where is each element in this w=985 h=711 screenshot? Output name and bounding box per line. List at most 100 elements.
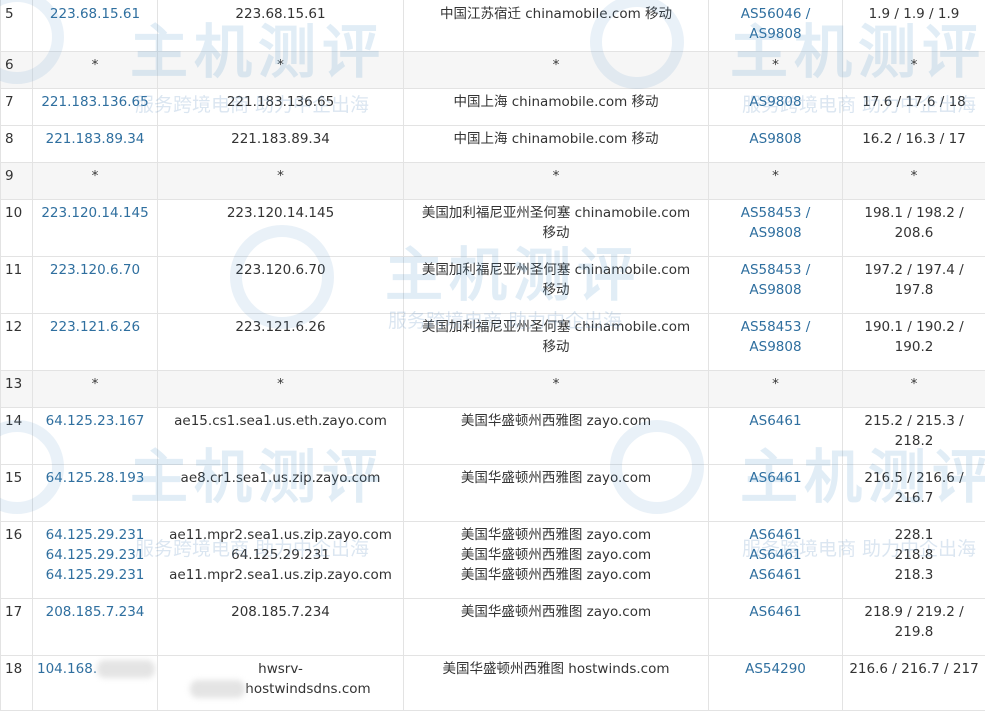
hostname-cell: 221.183.89.34	[158, 126, 404, 163]
location-cell-text: 美国加利福尼亚州圣何塞 chinamobile.com	[408, 203, 704, 223]
rtt-cell-text: *	[847, 374, 981, 394]
ip-cell-text[interactable]: 223.120.14.145	[37, 203, 153, 223]
rtt-cell: 216.6 / 216.7 / 217	[843, 656, 985, 711]
asn-cell-text[interactable]: AS9808	[713, 92, 838, 112]
rtt-cell-text: 216.7	[847, 488, 981, 508]
rtt-cell: 198.1 / 198.2 /208.6	[843, 200, 985, 257]
ip-cell-text[interactable]: 64.125.28.193	[37, 468, 153, 488]
asn-cell: AS9808	[709, 126, 843, 163]
location-cell: 美国华盛顿州西雅图 zayo.com	[404, 599, 709, 656]
ip-cell-text: *	[37, 55, 153, 75]
hostname-cell-text: *	[162, 374, 399, 394]
hop-number: 7	[1, 89, 33, 126]
asn-cell-text[interactable]: AS9808	[713, 24, 838, 44]
rtt-cell-text: 197.2 / 197.4 /	[847, 260, 981, 280]
hostname-cell: hwsrv-hostwindsdns.com	[158, 656, 404, 711]
rtt-cell-text: *	[847, 166, 981, 186]
location-cell-text: 美国加利福尼亚州圣何塞 chinamobile.com	[408, 260, 704, 280]
asn-cell: AS58453 /AS9808	[709, 200, 843, 257]
location-cell: 美国华盛顿州西雅图 hostwinds.com	[404, 656, 709, 711]
asn-cell: AS58453 /AS9808	[709, 257, 843, 314]
location-cell: *	[404, 163, 709, 200]
rtt-cell: 190.1 / 190.2 /190.2	[843, 314, 985, 371]
asn-cell-text[interactable]: AS6461	[713, 411, 838, 431]
asn-cell: *	[709, 371, 843, 408]
asn-cell-text[interactable]: AS54290	[713, 659, 838, 679]
location-cell-text: 美国华盛顿州西雅图 zayo.com	[408, 565, 704, 585]
ip-cell-text: *	[37, 166, 153, 186]
hop-number: 11	[1, 257, 33, 314]
hostname-cell: 223.120.6.70	[158, 257, 404, 314]
table-row: 8221.183.89.34221.183.89.34中国上海 chinamob…	[1, 126, 985, 163]
location-cell-text: 美国华盛顿州西雅图 hostwinds.com	[408, 659, 704, 679]
table-row: 11223.120.6.70223.120.6.70美国加利福尼亚州圣何塞 ch…	[1, 257, 985, 314]
ip-cell-text[interactable]: 64.125.29.231	[37, 525, 153, 545]
location-cell-text: 移动	[408, 223, 704, 243]
asn-cell-text[interactable]: AS6461	[713, 602, 838, 622]
ip-cell-text[interactable]: 221.183.89.34	[37, 129, 153, 149]
ip-cell-text[interactable]: 64.125.29.231	[37, 545, 153, 565]
hop-number: 5	[1, 0, 33, 52]
asn-cell-text[interactable]: AS9808	[713, 129, 838, 149]
ip-cell-text[interactable]: 64.125.23.167	[37, 411, 153, 431]
asn-cell-text[interactable]: AS6461	[713, 525, 838, 545]
location-cell-text: *	[408, 374, 704, 394]
asn-cell-text[interactable]: AS58453 /	[713, 317, 838, 337]
asn-cell-text[interactable]: AS58453 /	[713, 260, 838, 280]
hop-number: 14	[1, 408, 33, 465]
ip-cell-text[interactable]: 221.183.136.65	[37, 92, 153, 112]
asn-cell-text[interactable]: AS56046 /	[713, 4, 838, 24]
asn-cell-text[interactable]: AS9808	[713, 280, 838, 300]
location-cell-text: 美国华盛顿州西雅图 zayo.com	[408, 545, 704, 565]
hop-number: 12	[1, 314, 33, 371]
location-cell: 美国华盛顿州西雅图 zayo.com	[404, 465, 709, 522]
asn-cell-text[interactable]: AS6461	[713, 468, 838, 488]
ip-cell: 64.125.28.193	[33, 465, 158, 522]
hostname-cell-text: 223.120.6.70	[162, 260, 399, 280]
asn-cell-text[interactable]: AS9808	[713, 223, 838, 243]
hostname-cell: *	[158, 163, 404, 200]
location-cell-text: 移动	[408, 280, 704, 300]
location-cell: *	[404, 371, 709, 408]
hostname-cell: *	[158, 371, 404, 408]
rtt-cell-text: 218.9 / 219.2 /	[847, 602, 981, 622]
hop-number: 6	[1, 52, 33, 89]
rtt-cell-text: 1.9 / 1.9 / 1.9	[847, 4, 981, 24]
ip-cell-text[interactable]: 223.120.6.70	[37, 260, 153, 280]
ip-cell: 223.120.6.70	[33, 257, 158, 314]
asn-cell-text[interactable]: AS6461	[713, 565, 838, 585]
hostname-cell-text: 221.183.89.34	[162, 129, 399, 149]
asn-cell-text[interactable]: AS58453 /	[713, 203, 838, 223]
location-cell-text: *	[408, 55, 704, 75]
hostname-cell: 223.68.15.61	[158, 0, 404, 52]
table-row: 1664.125.29.23164.125.29.23164.125.29.23…	[1, 522, 985, 599]
hop-number: 10	[1, 200, 33, 257]
location-cell-text: 美国华盛顿州西雅图 zayo.com	[408, 525, 704, 545]
location-cell-text: 美国华盛顿州西雅图 zayo.com	[408, 468, 704, 488]
hop-number: 9	[1, 163, 33, 200]
location-cell-text: 移动	[408, 337, 704, 357]
ip-cell-text[interactable]: 208.185.7.234	[37, 602, 153, 622]
ip-cell-text[interactable]: 223.68.15.61	[37, 4, 153, 24]
ip-cell-text[interactable]: 223.121.6.26	[37, 317, 153, 337]
asn-cell: *	[709, 163, 843, 200]
hostname-cell-text: *	[162, 166, 399, 186]
location-cell-text: 中国江苏宿迁 chinamobile.com 移动	[408, 4, 704, 24]
location-cell: 中国上海 chinamobile.com 移动	[404, 126, 709, 163]
ip-cell-text[interactable]: 64.125.29.231	[37, 565, 153, 585]
hostname-cell: ae15.cs1.sea1.us.eth.zayo.com	[158, 408, 404, 465]
table-row: 10223.120.14.145223.120.14.145美国加利福尼亚州圣何…	[1, 200, 985, 257]
asn-cell-text[interactable]: AS6461	[713, 545, 838, 565]
rtt-cell-text: 218.8	[847, 545, 981, 565]
hostname-cell-text: 208.185.7.234	[162, 602, 399, 622]
location-cell-text: 美国加利福尼亚州圣何塞 chinamobile.com	[408, 317, 704, 337]
location-cell: 中国上海 chinamobile.com 移动	[404, 89, 709, 126]
hostname-cell-text: 223.68.15.61	[162, 4, 399, 24]
asn-cell-text[interactable]: AS9808	[713, 337, 838, 357]
hop-number: 13	[1, 371, 33, 408]
asn-cell-text: *	[713, 374, 838, 394]
ip-cell-text[interactable]: 104.168.	[37, 661, 97, 677]
ip-cell: *	[33, 371, 158, 408]
rtt-cell-text: 228.1	[847, 525, 981, 545]
table-row: 6*****	[1, 52, 985, 89]
